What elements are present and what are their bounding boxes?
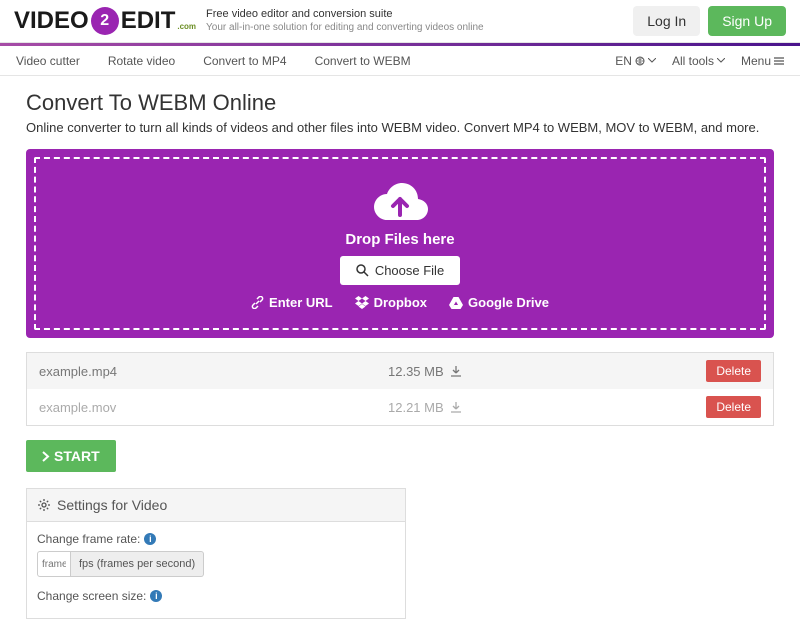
search-icon	[356, 264, 369, 277]
nav-convert-mp4[interactable]: Convert to MP4	[203, 54, 286, 68]
file-size: 12.35 MB	[278, 364, 468, 379]
all-tools-menu[interactable]: All tools	[672, 54, 725, 68]
screensize-label: Change screen size: i	[37, 589, 395, 603]
logo-suffix: .com	[177, 22, 196, 31]
enter-url-button[interactable]: Enter URL	[251, 295, 333, 310]
page-subtitle: Online converter to turn all kinds of vi…	[26, 120, 774, 135]
menu-button[interactable]: Menu	[741, 54, 784, 68]
chevron-down-icon	[648, 58, 656, 63]
dropbox-icon	[355, 296, 369, 309]
framerate-label: Change frame rate: i	[37, 532, 395, 546]
file-row: example.mov 12.21 MB Delete	[27, 389, 773, 425]
hamburger-icon	[774, 57, 784, 65]
settings-header: Settings for Video	[27, 489, 405, 522]
enter-url-label: Enter URL	[269, 295, 333, 310]
lang-label: EN	[615, 54, 632, 68]
info-icon[interactable]: i	[144, 533, 156, 545]
file-name: example.mp4	[39, 364, 278, 379]
nav-convert-webm[interactable]: Convert to WEBM	[315, 54, 411, 68]
download-icon[interactable]	[450, 401, 462, 413]
gdrive-button[interactable]: Google Drive	[449, 295, 549, 310]
logo[interactable]: VIDEO 2 EDIT .com	[14, 7, 196, 35]
globe-icon	[635, 56, 645, 66]
start-button[interactable]: START	[26, 440, 116, 472]
file-row: example.mp4 12.35 MB Delete	[27, 353, 773, 389]
tagline-1: Free video editor and conversion suite	[206, 8, 484, 21]
gear-icon	[37, 498, 51, 512]
logo-badge: 2	[91, 7, 119, 35]
gdrive-icon	[449, 297, 463, 309]
cloud-upload-icon	[368, 177, 432, 225]
nav-rotate-video[interactable]: Rotate video	[108, 54, 175, 68]
dropbox-label: Dropbox	[374, 295, 427, 310]
delete-button[interactable]: Delete	[706, 360, 761, 382]
nav-video-cutter[interactable]: Video cutter	[16, 54, 80, 68]
dropzone[interactable]: Drop Files here Choose File Enter URL Dr…	[26, 149, 774, 338]
settings-title: Settings for Video	[57, 497, 167, 513]
drop-label: Drop Files here	[345, 231, 454, 248]
tagline: Free video editor and conversion suite Y…	[206, 8, 484, 33]
gdrive-label: Google Drive	[468, 295, 549, 310]
settings-panel: Settings for Video Change frame rate: i …	[26, 488, 406, 619]
framerate-unit: fps (frames per second)	[71, 551, 204, 577]
file-name: example.mov	[39, 400, 278, 415]
logo-text-pre: VIDEO	[14, 7, 89, 35]
choose-file-button[interactable]: Choose File	[340, 256, 460, 285]
download-icon[interactable]	[450, 365, 462, 377]
page-title: Convert To WEBM Online	[26, 90, 774, 116]
signup-button[interactable]: Sign Up	[708, 6, 786, 36]
lang-selector[interactable]: EN	[615, 54, 656, 68]
chevron-right-icon	[42, 451, 50, 462]
file-size: 12.21 MB	[278, 400, 468, 415]
start-label: START	[54, 448, 100, 464]
dropbox-button[interactable]: Dropbox	[355, 295, 427, 310]
choose-file-label: Choose File	[375, 263, 444, 278]
file-list: example.mp4 12.35 MB Delete example.mov …	[26, 352, 774, 426]
logo-text-post: EDIT	[121, 7, 176, 35]
framerate-input[interactable]	[37, 551, 71, 577]
info-icon[interactable]: i	[150, 590, 162, 602]
menu-label: Menu	[741, 54, 771, 68]
login-button[interactable]: Log In	[633, 6, 700, 36]
delete-button[interactable]: Delete	[706, 396, 761, 418]
chevron-down-icon	[717, 58, 725, 63]
all-tools-label: All tools	[672, 54, 714, 68]
link-icon	[251, 296, 264, 309]
tagline-2: Your all-in-one solution for editing and…	[206, 22, 484, 34]
